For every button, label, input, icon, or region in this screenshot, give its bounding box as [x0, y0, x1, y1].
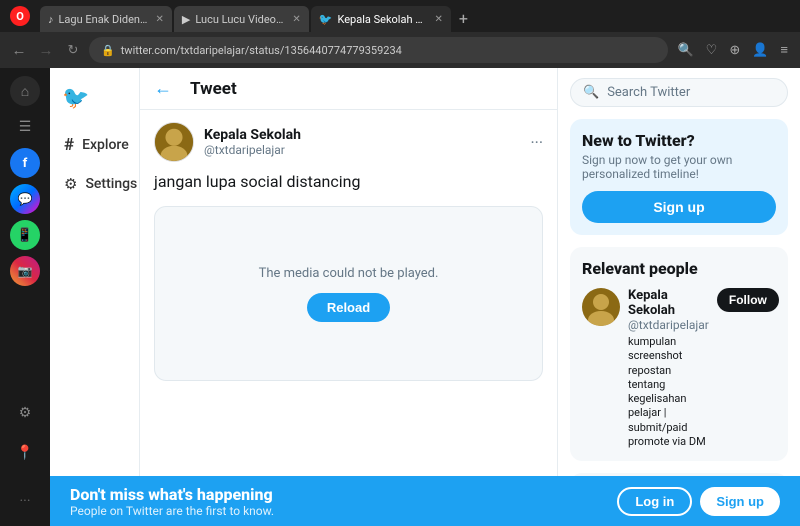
toolbar-actions: 🔍 ♡ ⊕ 👤 ≡: [673, 40, 792, 60]
twitter-sidebar: 🐦 # Explore ⚙ Settings: [50, 68, 140, 476]
tweet-view-title: Tweet: [190, 79, 237, 99]
tab2-favicon: ▶: [182, 13, 190, 26]
profile-icon[interactable]: 👤: [748, 41, 772, 60]
opera-sidebar: ⌂ ☰ f 💬 📱 📷 ⚙ 📍: [0, 68, 50, 476]
opera-messenger-icon[interactable]: 💬: [10, 184, 40, 214]
banner-main-text: Don't miss what's happening: [70, 485, 274, 504]
new-tab-button[interactable]: +: [453, 9, 474, 28]
tweet-more-icon[interactable]: ···: [530, 133, 543, 152]
search-icon-toolbar[interactable]: 🔍: [673, 41, 697, 60]
tab3-close[interactable]: ✕: [434, 14, 442, 25]
sidebar-item-settings[interactable]: ⚙ Settings: [56, 167, 133, 201]
reload-button[interactable]: Reload: [307, 293, 390, 322]
tweet-author-info: Kepala Sekolah @txtdaripelajar: [204, 127, 520, 157]
opera-whatsapp-icon[interactable]: 📱: [10, 220, 40, 250]
forward-button[interactable]: →: [35, 39, 57, 61]
browser-tab-2[interactable]: ▶ Lucu Lucu Video on... ✕: [174, 6, 309, 32]
new-twitter-title: New to Twitter?: [582, 131, 776, 150]
search-placeholder: Search Twitter: [607, 85, 690, 100]
browser-tab-1[interactable]: ♪ Lagu Enak Dideng... ✕: [40, 6, 172, 32]
explore-label: Explore: [82, 137, 129, 153]
tweet-author-row: Kepala Sekolah @txtdaripelajar ···: [154, 122, 543, 162]
tab1-favicon: ♪: [48, 13, 54, 26]
right-sidebar: 🔍 Search Twitter New to Twitter? Sign up…: [558, 68, 800, 476]
banner-actions: Log in Sign up: [617, 487, 780, 516]
settings-icon: ⚙: [64, 175, 77, 193]
person-info: Kepala Sekolah @txtdaripelajar kumpulan …: [628, 288, 709, 449]
back-arrow[interactable]: ←: [154, 78, 172, 99]
main-container: 🐦 # Explore ⚙ Settings ← Tweet: [50, 68, 800, 476]
tweet-body: Kepala Sekolah @txtdaripelajar ··· janga…: [140, 110, 557, 393]
heart-icon[interactable]: ♡: [702, 41, 722, 60]
login-button[interactable]: Log in: [617, 487, 692, 516]
tweet-author-name: Kepala Sekolah: [204, 127, 520, 143]
settings-label: Settings: [85, 176, 137, 192]
tab1-close[interactable]: ✕: [156, 14, 164, 25]
bookmark-icon[interactable]: ⊕: [725, 41, 744, 60]
person-handle: @txtdaripelajar: [628, 318, 709, 332]
tab2-close[interactable]: ✕: [292, 14, 300, 25]
tweet-avatar: [154, 122, 194, 162]
person-name: Kepala Sekolah: [628, 288, 709, 318]
tab2-title: Lucu Lucu Video on...: [195, 13, 285, 26]
person-row: Kepala Sekolah @txtdaripelajar kumpulan …: [582, 288, 776, 449]
opera-location-icon[interactable]: 📍: [10, 438, 40, 468]
twitter-logo: 🐦: [56, 78, 95, 119]
banner-text-area: Don't miss what's happening People on Tw…: [70, 485, 274, 518]
new-twitter-subtitle: Sign up now to get your own personalized…: [582, 153, 776, 181]
explore-icon: #: [64, 135, 74, 155]
address-text: twitter.com/txtdaripelajar/status/135644…: [121, 44, 402, 57]
banner-sub-text: People on Twitter are the first to know.: [70, 504, 274, 518]
tweet-area: ← Tweet Kepala Sekolah @txtdaripelajar ·…: [140, 68, 558, 476]
tweet-media: The media could not be played. Reload: [154, 206, 543, 381]
tab3-favicon: 🐦: [319, 13, 333, 26]
menu-icon[interactable]: ≡: [776, 40, 792, 60]
search-bar[interactable]: 🔍 Search Twitter: [570, 78, 788, 107]
new-to-twitter-section: New to Twitter? Sign up now to get your …: [570, 119, 788, 235]
tweet-text: jangan lupa social distancing: [154, 170, 543, 194]
opera-bottom-dots[interactable]: ···: [20, 493, 31, 509]
opera-settings-icon[interactable]: ⚙: [10, 398, 40, 428]
browser-tab-3[interactable]: 🐦 Kepala Sekolah on T... ✕: [311, 6, 451, 32]
address-bar[interactable]: 🔒 twitter.com/txtdaripelajar/status/1356…: [89, 37, 668, 63]
search-icon: 🔍: [583, 85, 599, 100]
opera-nav-icon[interactable]: ☰: [10, 112, 40, 142]
refresh-button[interactable]: ↻: [62, 39, 84, 61]
opera-instagram-icon[interactable]: 📷: [10, 256, 40, 286]
opera-bottom-area: ···: [0, 476, 50, 526]
opera-facebook-icon[interactable]: f: [10, 148, 40, 178]
browser-toolbar: ← → ↻ 🔒 twitter.com/txtdaripelajar/statu…: [0, 32, 800, 68]
tweet-view-header: ← Tweet: [140, 68, 557, 110]
signup-button-blue[interactable]: Sign up: [582, 191, 776, 223]
person-bio: kumpulan screenshot repostan tentang keg…: [628, 335, 709, 449]
back-button[interactable]: ←: [8, 39, 30, 61]
person-avatar: [582, 288, 620, 326]
tab3-title: Kepala Sekolah on T...: [337, 13, 427, 26]
signup-button-white[interactable]: Sign up: [700, 487, 780, 516]
follow-button[interactable]: Follow: [717, 288, 779, 312]
opera-logo[interactable]: O: [10, 6, 30, 26]
sidebar-item-explore[interactable]: # Explore: [56, 127, 133, 163]
media-error-text: The media could not be played.: [259, 266, 439, 281]
lock-icon: 🔒: [101, 44, 115, 57]
bottom-banner: Don't miss what's happening People on Tw…: [50, 476, 800, 526]
browser-tabs-bar: O ♪ Lagu Enak Dideng... ✕ ▶ Lucu Lucu Vi…: [0, 0, 800, 32]
relevant-people-section: Relevant people Kepala Sekolah @txtdarip…: [570, 247, 788, 461]
relevant-people-title: Relevant people: [582, 259, 776, 278]
opera-home-icon[interactable]: ⌂: [10, 76, 40, 106]
tweet-author-handle: @txtdaripelajar: [204, 143, 520, 157]
tab1-title: Lagu Enak Dideng...: [59, 13, 149, 26]
